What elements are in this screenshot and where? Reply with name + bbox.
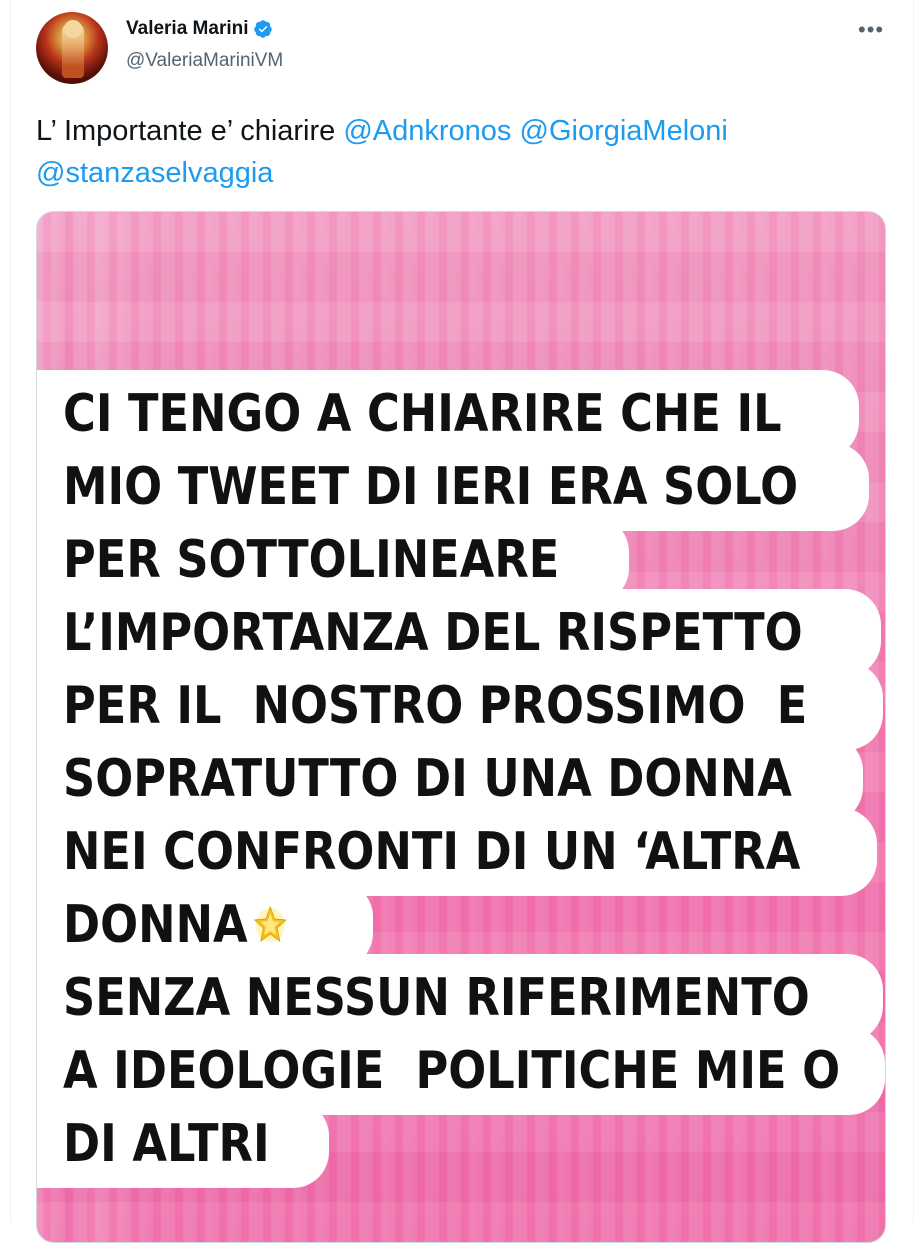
image-text-line: SENZA NESSUN RIFERIMENTO [37,954,885,1042]
tweet-text-body: L’ Importante e’ chiarire [36,115,344,147]
image-text-line: SOPRATUTTO DI UNA DONNA [37,735,885,823]
author-display-name[interactable]: Valeria Marini [126,18,249,40]
mention-link[interactable]: @stanzaselvaggia [36,157,273,189]
image-text-block: CI TENGO A CHIARIRE CHE IL MIO TWEET DI … [37,370,885,1188]
image-text-line: DONNA [37,881,885,969]
image-text-line: PER IL NOSTRO PROSSIMO E [37,662,885,750]
image-text-line: MIO TWEET DI IERI ERA SOLO [37,443,885,531]
author-avatar[interactable] [36,12,108,84]
image-text-line: DI ALTRI [37,1100,885,1188]
image-text-line: CI TENGO A CHIARIRE CHE IL [37,370,885,458]
glowing-star-emoji-icon [253,905,287,943]
image-text-word: DONNA [63,895,248,955]
image-text-line: PER SOTTOLINEARE [37,516,885,604]
verified-badge-icon [253,20,272,38]
more-options-icon[interactable]: ••• [858,19,884,41]
image-text-line: NEI CONFRONTI DI UN ‘ALTRA [37,808,885,896]
mention-link[interactable]: @Adnkronos [343,115,511,147]
image-text-line: A IDEOLOGIE POLITICHE MIE O [37,1027,885,1115]
mention-link[interactable]: @GiorgiaMeloni [520,115,728,147]
avatar-head [64,20,82,38]
tweet-image[interactable]: CI TENGO A CHIARIRE CHE IL MIO TWEET DI … [36,211,886,1243]
author-name-row: Valeria Marini [126,18,273,40]
tweet-text: L’ Importante e’ chiarire @Adnkronos @Gi… [36,110,886,194]
author-handle[interactable]: @ValeriaMariniVM [126,50,283,72]
image-text-line: L’IMPORTANZA DEL RISPETTO [37,589,885,677]
